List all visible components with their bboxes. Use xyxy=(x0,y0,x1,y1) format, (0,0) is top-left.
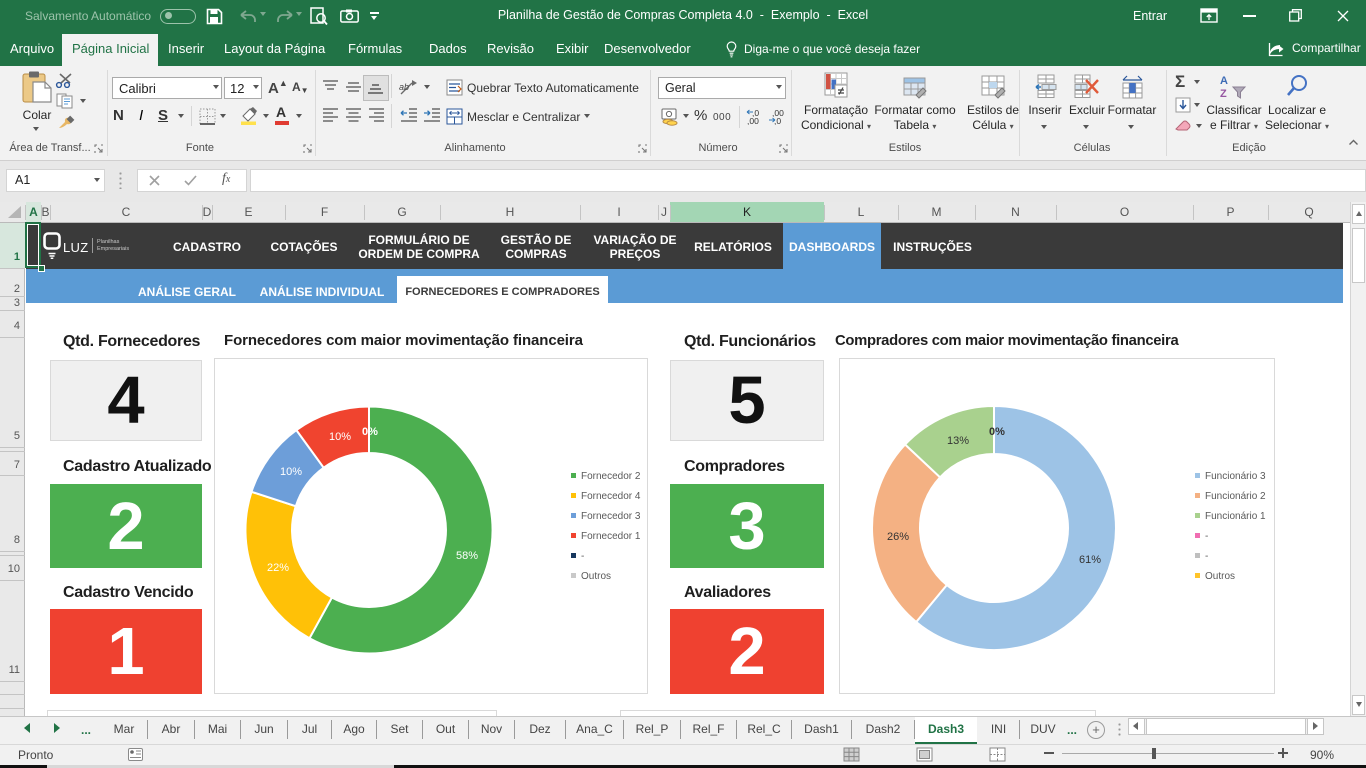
svg-text:10%: 10% xyxy=(280,466,302,478)
svg-text:61%: 61% xyxy=(1079,554,1101,566)
svg-text:58%: 58% xyxy=(456,550,478,562)
svg-text:0%: 0% xyxy=(362,426,378,438)
svg-text:26%: 26% xyxy=(887,531,909,543)
svg-text:22%: 22% xyxy=(267,562,289,574)
svg-text:13%: 13% xyxy=(947,435,969,447)
svg-text:,00: ,00 xyxy=(747,116,759,125)
svg-text:A: A xyxy=(1220,75,1228,87)
svg-text:Z: Z xyxy=(1220,88,1227,99)
svg-text:0%: 0% xyxy=(989,426,1005,438)
svg-text:10%: 10% xyxy=(329,431,351,443)
svg-text:ab: ab xyxy=(399,82,409,92)
